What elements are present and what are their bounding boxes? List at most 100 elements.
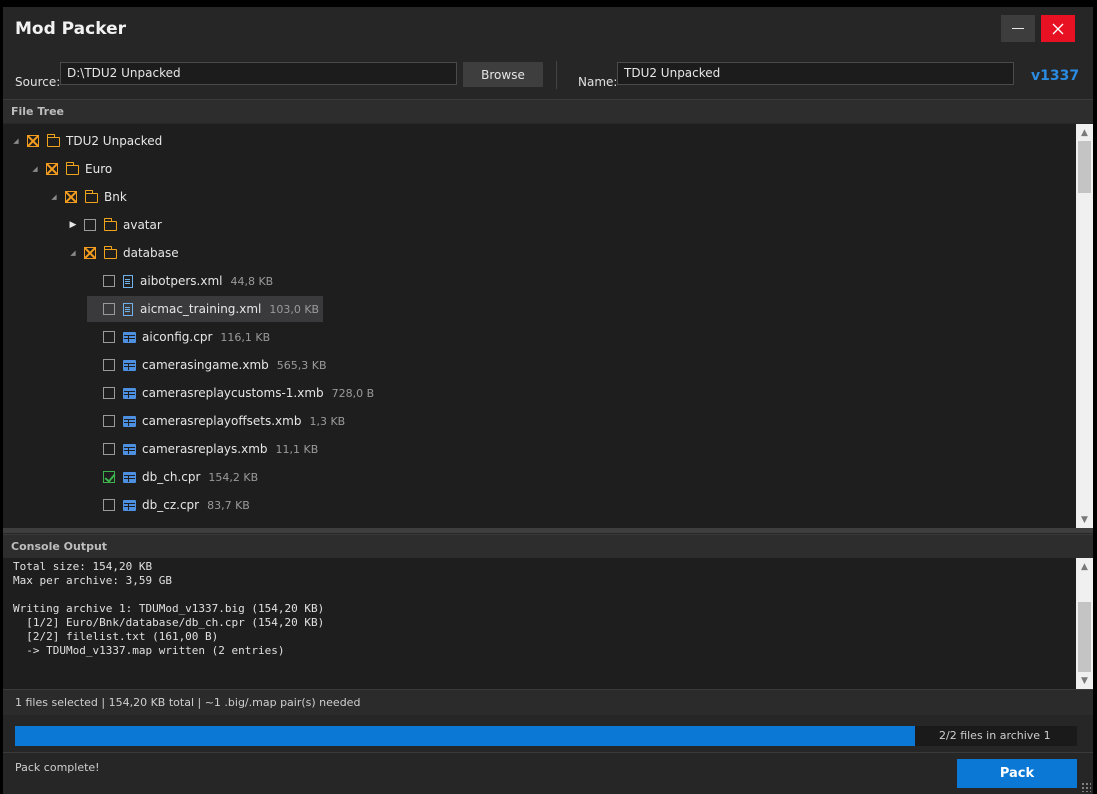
tree-checkbox[interactable] — [27, 135, 39, 147]
tree-item-name: db_cz.cpr — [142, 498, 200, 512]
expanded-caret-icon[interactable]: ◢ — [11, 137, 21, 145]
folder-icon — [65, 162, 79, 175]
expanded-caret-icon[interactable]: ◢ — [68, 249, 78, 257]
tree-item-size: 728,0 B — [331, 386, 375, 400]
name-label: Name: — [578, 75, 618, 89]
tree-row[interactable]: camerasingame.xmb 565,3 KB — [87, 352, 327, 378]
source-label: Source: — [15, 75, 61, 89]
table-file-icon — [123, 499, 136, 511]
source-bar: Source: D:\TDU2 Unpacked Browse Name: TD… — [3, 53, 1093, 98]
selection-summary: 1 files selected | 154,20 KB total | ~1 … — [3, 689, 1093, 715]
tree-checkbox[interactable] — [103, 415, 115, 427]
scroll-thumb[interactable] — [1078, 602, 1091, 672]
tree-item-size: 154,2 KB — [208, 470, 259, 484]
tree-row[interactable]: db_ch.cpr 154,2 KB — [87, 464, 258, 490]
tree-item-name: camerasreplayoffsets.xmb — [142, 414, 302, 428]
version-label: v1337 — [1031, 68, 1080, 84]
tree-item-size: 44,8 KB — [230, 274, 274, 288]
scroll-up-icon[interactable]: ▲ — [1076, 124, 1093, 141]
tree-row[interactable]: camerasreplaycustoms-1.xmb 728,0 B — [87, 380, 374, 406]
tree-checkbox[interactable] — [46, 163, 58, 175]
mod-name-input[interactable]: TDU2 Unpacked — [617, 62, 1014, 85]
mod-packer-window: Mod Packer Source: D:\TDU2 Unpacked Brow… — [3, 7, 1093, 794]
progress-fill — [15, 726, 915, 746]
tree-item-name: database — [123, 246, 179, 260]
file-tree[interactable]: ◢ TDU2 Unpacked ◢ Euro ◢ Bnk ▶ avatar ◢ database a… — [3, 124, 1093, 528]
folder-icon — [103, 246, 117, 259]
tree-item-name: db_ch.cpr — [142, 470, 201, 484]
tree-row[interactable]: aibotpers.xml 44,8 KB — [87, 268, 273, 294]
tree-row[interactable]: camerasreplays.xmb 11,1 KB — [87, 436, 318, 462]
tree-checkbox[interactable] — [84, 219, 96, 231]
table-file-icon — [123, 415, 136, 427]
tree-row[interactable]: ◢ Euro — [30, 156, 112, 182]
pane-splitter[interactable] — [3, 528, 1093, 533]
table-file-icon — [123, 443, 136, 455]
tree-item-name: avatar — [123, 218, 162, 232]
tree-row[interactable]: ◢ TDU2 Unpacked — [11, 128, 162, 154]
tree-item-size: 116,1 KB — [220, 330, 271, 344]
toolbar-separator — [556, 61, 557, 89]
tree-item-name: TDU2 Unpacked — [66, 134, 163, 148]
tree-row[interactable]: aicmac_training.xml 103,0 KB — [87, 296, 324, 322]
pack-progress-bar: 2/2 files in archive 1 — [15, 726, 1077, 746]
tree-item-name: aicmac_training.xml — [140, 302, 262, 316]
expanded-caret-icon[interactable]: ◢ — [49, 193, 59, 201]
xml-file-icon — [123, 274, 133, 288]
tree-item-name: aiconfig.cpr — [142, 330, 213, 344]
tree-row[interactable]: camerasreplayoffsets.xmb 1,3 KB — [87, 408, 345, 434]
tree-checkbox[interactable] — [84, 247, 96, 259]
close-button[interactable] — [1041, 15, 1075, 42]
tree-item-name: camerasreplays.xmb — [142, 442, 268, 456]
tree-item-name: Euro — [85, 162, 113, 176]
tree-checkbox[interactable] — [103, 387, 115, 399]
pack-button[interactable]: Pack — [957, 759, 1077, 788]
tree-item-size: 103,0 KB — [269, 302, 320, 316]
tree-checkbox[interactable] — [103, 359, 115, 371]
console-output-header: Console Output — [3, 534, 1093, 558]
tree-item-name: aibotpers.xml — [140, 274, 223, 288]
folder-icon — [103, 218, 117, 231]
xml-file-icon — [123, 302, 133, 316]
console-output[interactable]: Total size: 154,20 KB Max per archive: 3… — [3, 558, 1093, 689]
expanded-caret-icon[interactable]: ◢ — [30, 165, 40, 173]
folder-icon — [84, 190, 98, 203]
tree-item-size: 83,7 KB — [207, 498, 250, 512]
console-text: Total size: 154,20 KB Max per archive: 3… — [13, 560, 325, 657]
tree-checkbox[interactable] — [65, 191, 77, 203]
minimize-icon — [1012, 28, 1024, 29]
table-file-icon — [123, 471, 136, 483]
tree-row[interactable]: ▶ avatar — [68, 212, 162, 238]
tree-row[interactable]: ◢ database — [68, 240, 179, 266]
resize-grip-icon[interactable] — [1081, 782, 1091, 792]
table-file-icon — [123, 331, 136, 343]
tree-row[interactable]: ◢ Bnk — [49, 184, 127, 210]
progress-text: 2/2 files in archive 1 — [939, 729, 1051, 742]
tree-checkbox[interactable] — [103, 303, 115, 315]
scroll-down-icon[interactable]: ▼ — [1076, 511, 1093, 528]
browse-button[interactable]: Browse — [463, 62, 543, 87]
file-tree-scrollbar[interactable]: ▲ ▼ — [1076, 124, 1093, 528]
tree-checkbox[interactable] — [103, 331, 115, 343]
scroll-up-icon[interactable]: ▲ — [1076, 558, 1093, 575]
tree-item-name: camerasingame.xmb — [142, 358, 269, 372]
tree-row[interactable]: aiconfig.cpr 116,1 KB — [87, 324, 270, 350]
source-path-input[interactable]: D:\TDU2 Unpacked — [60, 62, 457, 85]
title-bar: Mod Packer — [3, 7, 1093, 53]
tree-item-size: 11,1 KB — [275, 442, 319, 456]
pack-status-text: Pack complete! — [15, 761, 100, 774]
tree-item-size: 565,3 KB — [276, 358, 327, 372]
scroll-down-icon[interactable]: ▼ — [1076, 672, 1093, 689]
tree-checkbox[interactable] — [103, 275, 115, 287]
tree-row[interactable]: db_cz.cpr 83,7 KB — [87, 492, 250, 518]
console-scrollbar[interactable]: ▲ ▼ — [1076, 558, 1093, 689]
scroll-thumb[interactable] — [1078, 141, 1091, 193]
tree-checkbox[interactable] — [103, 443, 115, 455]
folder-icon — [46, 134, 60, 147]
tree-checkbox[interactable] — [103, 471, 115, 483]
minimize-button[interactable] — [1001, 15, 1035, 42]
window-title: Mod Packer — [15, 19, 126, 39]
footer-bar: Pack complete! Pack — [3, 752, 1093, 794]
tree-checkbox[interactable] — [103, 499, 115, 511]
collapsed-caret-icon[interactable]: ▶ — [68, 220, 78, 230]
